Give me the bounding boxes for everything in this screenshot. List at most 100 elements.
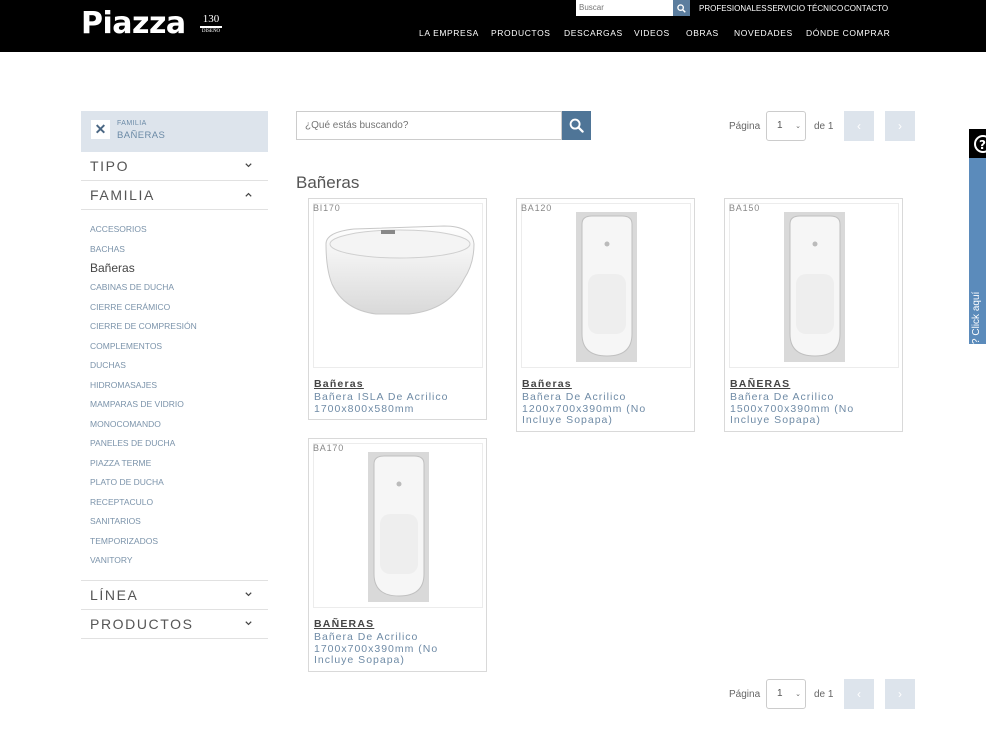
- familia-item-paneles-de-ducha[interactable]: PANELES DE DUCHA: [90, 438, 175, 448]
- prev-page-button[interactable]: ‹: [844, 111, 874, 141]
- built-in-bathtub-image: [784, 212, 845, 362]
- filter-chip-value: BAÑERAS: [117, 130, 166, 141]
- help-tab[interactable]: ? ¿Necesita ayuda? Click aquí: [969, 129, 986, 419]
- chevron-down-icon: [245, 163, 252, 168]
- nav-obras[interactable]: OBRAS: [686, 28, 719, 38]
- accordion-linea-label: LÍNEA: [90, 587, 139, 603]
- nav-donde-comprar[interactable]: DÓNDE COMPRAR: [806, 28, 890, 38]
- product-code: BA170: [313, 443, 345, 453]
- chevron-down-icon: [245, 621, 252, 626]
- product-description: Bañera ISLA De Acrilico 1700x800x580mm: [314, 391, 449, 415]
- filter-chip-label: FAMILIA: [117, 120, 147, 127]
- link-contacto[interactable]: CONTACTO: [844, 4, 888, 13]
- accordion-productos[interactable]: PRODUCTOS: [81, 610, 268, 639]
- built-in-bathtub-image: [368, 452, 429, 602]
- next-page-button[interactable]: ›: [885, 679, 915, 709]
- product-code: BA150: [729, 203, 761, 213]
- familia-item-complementos[interactable]: COMPLEMENTOS: [90, 341, 162, 351]
- familia-item-baneras[interactable]: Bañeras: [90, 261, 135, 275]
- badge-number: 130: [202, 13, 220, 25]
- familia-item-sanitarios[interactable]: SANITARIOS: [90, 516, 141, 526]
- select-caret-icon: ⌄: [795, 123, 801, 130]
- page-label: Página: [729, 121, 761, 132]
- page-total: de 1: [814, 121, 834, 132]
- product-search-input[interactable]: [296, 111, 562, 140]
- familia-item-hidromasajes[interactable]: HIDROMASAJES: [90, 380, 157, 390]
- search-icon: [677, 3, 686, 13]
- product-card[interactable]: BI170 Bañeras Bañera ISLA De Acrilico 17…: [308, 198, 487, 420]
- familia-item-cierre-de-compresion[interactable]: CIERRE DE COMPRESIÓN: [90, 321, 197, 331]
- accordion-familia[interactable]: FAMILIA: [81, 181, 268, 210]
- page-total: de 1: [814, 689, 834, 700]
- product-card[interactable]: BA170 BAÑERAS Bañera De Acrilico 1700x70…: [308, 438, 487, 672]
- product-name[interactable]: BAÑERAS: [730, 378, 790, 390]
- header-search-input[interactable]: [576, 0, 673, 16]
- page-select-value: 1: [777, 688, 783, 699]
- familia-item-duchas[interactable]: DUCHAS: [90, 360, 126, 370]
- nav-productos[interactable]: PRODUCTOS: [491, 28, 551, 38]
- accordion-tipo-label: TIPO: [90, 158, 130, 174]
- pagination-bottom: Página 1 ⌄ de 1 ‹ ›: [729, 679, 919, 709]
- product-description: Bañera De Acrilico 1200x700x390mm (No In…: [522, 391, 647, 426]
- familia-item-monocomando[interactable]: MONOCOMANDO: [90, 419, 161, 429]
- page-select-value: 1: [777, 120, 783, 131]
- brand-logo[interactable]: Piazza: [81, 9, 186, 39]
- product-image[interactable]: [313, 443, 483, 608]
- chevron-up-icon: [245, 192, 252, 197]
- header-search-button[interactable]: [673, 0, 690, 16]
- product-image[interactable]: [521, 203, 691, 368]
- svg-text:?: ?: [979, 138, 986, 152]
- nav-descargas[interactable]: DESCARGAS: [564, 28, 623, 38]
- product-image[interactable]: [729, 203, 899, 368]
- familia-item-cierre-ceramico[interactable]: CIERRE CERÁMICO: [90, 302, 170, 312]
- remove-filter-button[interactable]: ✕: [91, 120, 110, 139]
- pagination-top: Página 1 ⌄ de 1 ‹ ›: [729, 111, 919, 141]
- accordion-linea[interactable]: LÍNEA: [81, 580, 268, 610]
- nav-la-empresa[interactable]: LA EMPRESA: [419, 28, 479, 38]
- built-in-bathtub-image: [576, 212, 637, 362]
- chevron-down-icon: [245, 592, 252, 597]
- product-card[interactable]: BA120 Bañeras Bañera De Acrilico 1200x70…: [516, 198, 695, 432]
- product-code: BA120: [521, 203, 553, 213]
- product-name[interactable]: Bañeras: [522, 378, 572, 390]
- product-description: Bañera De Acrilico 1700x700x390mm (No In…: [314, 631, 439, 666]
- anniversary-badge: 130 DISEÑO: [198, 14, 224, 38]
- familia-item-plato-de-ducha[interactable]: PLATO DE DUCHA: [90, 477, 164, 487]
- nav-novedades[interactable]: NOVEDADES: [734, 28, 793, 38]
- help-icon: ?: [969, 129, 986, 158]
- familia-item-cabinas-de-ducha[interactable]: CABINAS DE DUCHA: [90, 282, 174, 292]
- product-description: Bañera De Acrilico 1500x700x390mm (No In…: [730, 391, 855, 426]
- select-caret-icon: ⌄: [795, 691, 801, 698]
- familia-item-temporizados[interactable]: TEMPORIZADOS: [90, 536, 158, 546]
- accordion-familia-label: FAMILIA: [90, 187, 155, 203]
- accordion-tipo[interactable]: TIPO: [81, 152, 268, 181]
- accordion-productos-label: PRODUCTOS: [90, 616, 194, 632]
- top-header: Piazza 130 DISEÑO PROFESIONALES SERVICIO…: [0, 0, 986, 52]
- familia-item-mamparas-de-vidrio[interactable]: MAMPARAS DE VIDRIO: [90, 399, 184, 409]
- product-code: BI170: [313, 203, 341, 213]
- badge-divider: [200, 26, 222, 28]
- link-profesionales[interactable]: PROFESIONALES: [699, 4, 767, 13]
- freestanding-bathtub-image: [325, 225, 475, 315]
- help-tab-text: ¿Necesita ayuda? Click aquí: [971, 291, 982, 419]
- page-select[interactable]: 1 ⌄: [766, 111, 806, 141]
- product-name[interactable]: BAÑERAS: [314, 618, 374, 630]
- link-servicio-tecnico[interactable]: SERVICIO TÉCNICO: [767, 4, 843, 13]
- search-icon: [569, 118, 584, 133]
- familia-item-receptaculo[interactable]: RECEPTACULO: [90, 497, 153, 507]
- nav-videos[interactable]: VIDEOS: [634, 28, 670, 38]
- product-card[interactable]: BA150 BAÑERAS Bañera De Acrilico 1500x70…: [724, 198, 903, 432]
- familia-item-bachas[interactable]: BACHAS: [90, 244, 125, 254]
- product-search-button[interactable]: [562, 111, 591, 140]
- section-title: Bañeras: [296, 173, 360, 192]
- product-image[interactable]: [313, 203, 483, 368]
- familia-item-piazza-terme[interactable]: PIAZZA TERME: [90, 458, 151, 468]
- active-filter-chip: ✕ FAMILIA BAÑERAS: [81, 111, 268, 152]
- page-label: Página: [729, 689, 761, 700]
- familia-item-vanitory[interactable]: VANITORY: [90, 555, 133, 565]
- product-name[interactable]: Bañeras: [314, 378, 364, 390]
- prev-page-button[interactable]: ‹: [844, 679, 874, 709]
- page-select[interactable]: 1 ⌄: [766, 679, 806, 709]
- next-page-button[interactable]: ›: [885, 111, 915, 141]
- familia-item-accesorios[interactable]: ACCESORIOS: [90, 224, 147, 234]
